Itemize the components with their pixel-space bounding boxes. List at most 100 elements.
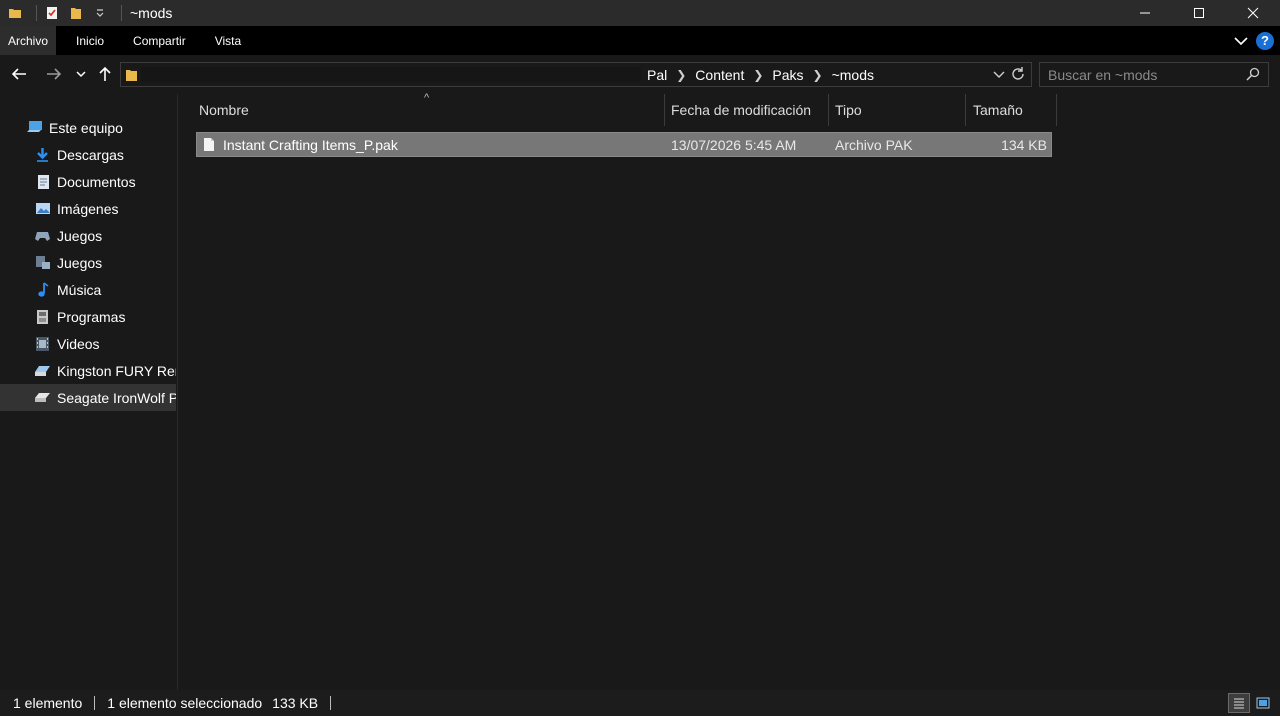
- forward-button[interactable]: [44, 64, 64, 84]
- file-name[interactable]: Instant Crafting Items_P.pak: [223, 133, 398, 156]
- folder-icon: [6, 4, 24, 22]
- refresh-icon[interactable]: [1010, 66, 1026, 85]
- sidebar-item-seagate-drive[interactable]: Seagate IronWolf Pr: [0, 384, 176, 411]
- sidebar-item-musica[interactable]: Música: [0, 276, 176, 303]
- tab-compartir[interactable]: Compartir: [118, 26, 201, 55]
- title-bar: ~mods: [0, 0, 1280, 26]
- maximize-button[interactable]: [1172, 0, 1226, 26]
- sidebar-item-videos[interactable]: Videos: [0, 330, 176, 357]
- breadcrumb: Pal ❯ Content ❯ Paks ❯ ~mods: [647, 63, 874, 86]
- breadcrumb-item-mods[interactable]: ~mods: [832, 67, 874, 83]
- column-header-tipo[interactable]: Tipo: [835, 94, 862, 126]
- chevron-right-icon[interactable]: ❯: [753, 68, 763, 82]
- address-bar[interactable]: Pal ❯ Content ❯ Paks ❯ ~mods: [120, 62, 1032, 87]
- item-count: 1 elemento: [13, 695, 83, 711]
- column-divider[interactable]: [664, 94, 665, 126]
- customize-dropdown-icon[interactable]: [91, 4, 109, 22]
- sidebar-item-juegos[interactable]: Juegos: [0, 222, 176, 249]
- expand-ribbon-icon[interactable]: [1234, 33, 1248, 49]
- search-icon[interactable]: [1246, 67, 1260, 84]
- column-header-fecha[interactable]: Fecha de modificación: [671, 94, 811, 126]
- toolbar-divider: [121, 5, 122, 21]
- sidebar-item-descargas[interactable]: Descargas: [0, 141, 176, 168]
- drive-icon: [34, 389, 51, 406]
- videos-icon: [34, 335, 51, 352]
- column-divider[interactable]: [828, 94, 829, 126]
- sidebar-item-imagenes[interactable]: Imágenes: [0, 195, 176, 222]
- large-icons-view-icon: [1256, 697, 1270, 709]
- redacted-path: [141, 67, 641, 82]
- selection-count: 1 elemento seleccionado: [107, 695, 263, 711]
- sidebar-item-label: Juegos: [57, 227, 103, 244]
- back-arrow-icon: [11, 68, 26, 80]
- close-button[interactable]: [1226, 0, 1280, 26]
- tab-vista[interactable]: Vista: [201, 26, 255, 55]
- sidebar-item-juegos-folder[interactable]: Juegos: [0, 249, 176, 276]
- sidebar-item-label: Descargas: [57, 146, 124, 163]
- new-folder-icon[interactable]: [67, 4, 85, 22]
- sidebar-item-label: Música: [57, 281, 102, 298]
- sidebar-item-label: Seagate IronWolf Pr: [57, 389, 176, 406]
- sidebar-item-programas[interactable]: Programas: [0, 303, 176, 330]
- selection-size: 133 KB: [272, 695, 319, 711]
- large-icons-view-button[interactable]: [1252, 693, 1274, 713]
- column-divider[interactable]: [1056, 94, 1057, 126]
- address-dropdown-icon[interactable]: [993, 67, 1005, 84]
- search-box[interactable]: [1039, 62, 1269, 87]
- window-controls: [1118, 0, 1280, 26]
- status-bar: 1 elemento 1 elemento seleccionado 133 K…: [0, 690, 1280, 716]
- sidebar-item-documentos[interactable]: Documentos: [0, 168, 176, 195]
- music-icon: [34, 281, 51, 298]
- ribbon-tabs: Archivo Inicio Compartir Vista ?: [0, 26, 1280, 55]
- toolbar-divider: [36, 5, 37, 21]
- status-divider: [94, 696, 96, 710]
- pictures-icon: [34, 200, 51, 217]
- up-arrow-icon: [99, 66, 111, 81]
- file-icon: [203, 133, 215, 156]
- sidebar-item-label: Videos: [57, 335, 100, 352]
- gamepad-icon: [34, 227, 51, 244]
- file-type: Archivo PAK: [835, 136, 913, 153]
- folder-icon: [125, 67, 139, 86]
- sidebar-item-este-equipo[interactable]: Este equipo: [0, 114, 176, 141]
- downloads-icon: [34, 146, 51, 163]
- sort-ascending-icon: ^: [424, 92, 430, 104]
- file-size: 134 KB: [1001, 136, 1047, 153]
- tab-inicio[interactable]: Inicio: [62, 26, 118, 55]
- back-button[interactable]: [9, 64, 29, 84]
- column-header-tamano[interactable]: Tamaño: [973, 94, 1023, 126]
- column-divider[interactable]: [965, 94, 966, 126]
- column-header-nombre[interactable]: Nombre: [199, 94, 249, 126]
- breadcrumb-item-pal[interactable]: Pal: [647, 67, 667, 83]
- quick-access-toolbar: [0, 0, 128, 26]
- recent-locations-button[interactable]: [71, 64, 91, 84]
- status-divider: [330, 696, 332, 710]
- details-view-button[interactable]: [1228, 693, 1250, 713]
- documents-icon: [34, 173, 51, 190]
- file-modified: 13/07/2026 5:45 AM: [671, 136, 797, 153]
- breadcrumb-item-paks[interactable]: Paks: [772, 67, 803, 83]
- help-icon[interactable]: ?: [1256, 31, 1274, 50]
- sidebar-item-label: Juegos: [57, 254, 103, 271]
- sidebar-item-kingston-drive[interactable]: Kingston FURY Rene: [0, 357, 176, 384]
- properties-icon[interactable]: [43, 4, 61, 22]
- up-button[interactable]: [95, 64, 115, 84]
- search-input[interactable]: [1040, 63, 1240, 86]
- sidebar-item-label: Este equipo: [49, 119, 123, 136]
- close-icon: [1247, 7, 1259, 19]
- chevron-down-icon: [76, 71, 86, 78]
- minimize-button[interactable]: [1118, 0, 1172, 26]
- drive-icon: [34, 362, 51, 379]
- window-title: ~mods: [130, 5, 173, 21]
- ribbon-controls: ?: [1234, 26, 1274, 55]
- view-switcher: [1226, 693, 1274, 713]
- forward-arrow-icon: [47, 68, 62, 80]
- games-folder-icon: [34, 254, 51, 271]
- sidebar-item-label: Documentos: [57, 173, 136, 190]
- chevron-right-icon[interactable]: ❯: [813, 68, 823, 82]
- tab-archivo[interactable]: Archivo: [0, 26, 57, 55]
- breadcrumb-item-content[interactable]: Content: [695, 67, 744, 83]
- chevron-right-icon[interactable]: ❯: [676, 68, 686, 82]
- sidebar-item-label: Programas: [57, 308, 126, 325]
- table-row[interactable]: Instant Crafting Items_P.pak 13/07/2026 …: [196, 132, 1052, 157]
